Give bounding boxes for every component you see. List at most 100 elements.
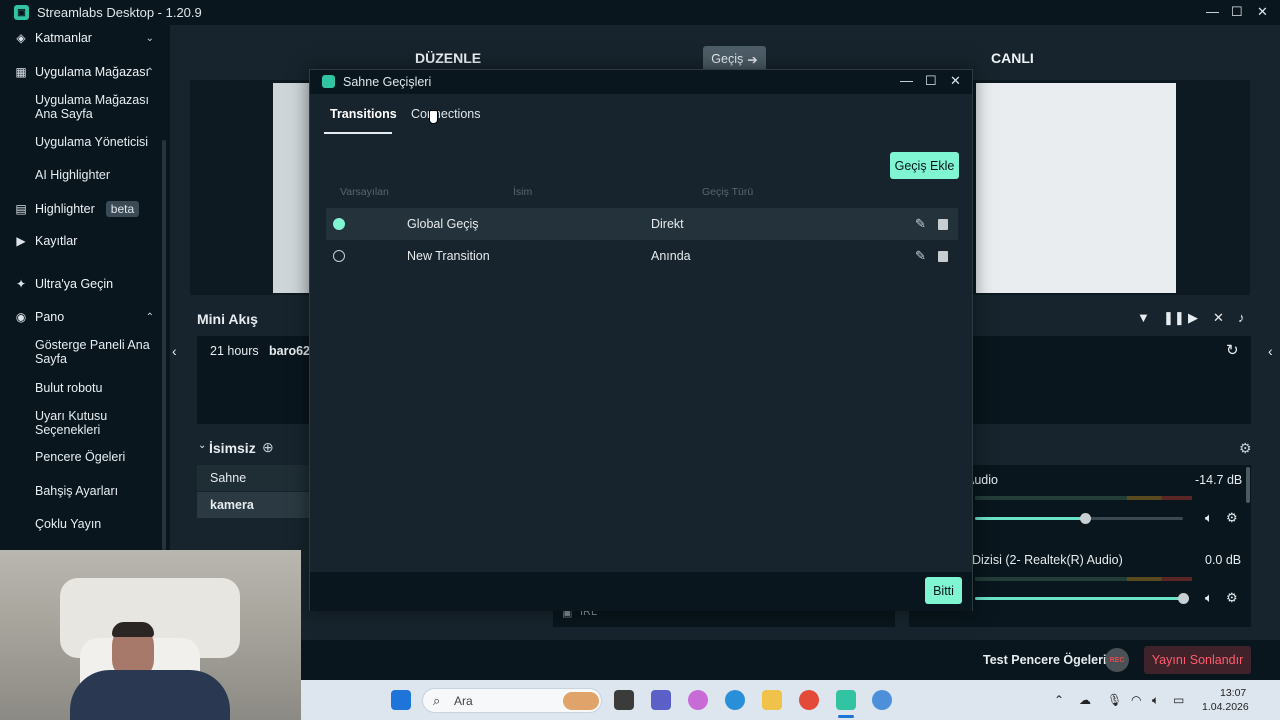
edit-icon[interactable]: ✎ — [915, 248, 926, 264]
clock-date[interactable]: 1.04.2026 — [1202, 701, 1249, 713]
battery-icon[interactable]: ▭ — [1173, 693, 1184, 707]
scene-name[interactable]: kamera — [210, 498, 254, 512]
mixer-settings-icon[interactable]: ⚙ — [1239, 440, 1252, 457]
sync-app-icon[interactable] — [872, 690, 892, 710]
sidebar-item-ai-highlighter[interactable]: AI Highlighter — [35, 168, 155, 182]
sidebar-item-multistream[interactable]: Çoklu Yayın — [35, 517, 155, 531]
transition-button-label: Geçiş — [711, 52, 744, 66]
sidebar-item-ultra[interactable]: ✦ Ultra'ya Geçin — [14, 277, 113, 291]
minimize-icon[interactable]: — — [1206, 4, 1219, 19]
sidebar-item-tip-settings[interactable]: Bahşiş Ayarları — [35, 484, 155, 498]
chevron-left-icon[interactable]: ‹ — [1268, 343, 1273, 359]
default-radio[interactable] — [333, 250, 345, 262]
sidebar-item-app-store[interactable]: ▦ Uygulama Mağazası — [14, 65, 149, 79]
sidebar-item-widgets[interactable]: Pencere Ögeleri — [35, 450, 155, 464]
speaker-icon[interactable]: 🔈︎ — [1152, 693, 1159, 708]
transition-row[interactable]: Global Geçiş Direkt ✎ — [326, 208, 958, 240]
edit-preview[interactable] — [190, 80, 310, 295]
sidebar-item-recordings[interactable]: ▶ Kayıtlar — [14, 234, 77, 248]
default-radio[interactable] — [333, 218, 345, 230]
modal-footer — [310, 572, 972, 611]
add-scene-icon[interactable]: ⊕ — [262, 439, 274, 456]
volume-slider-knob[interactable] — [1178, 593, 1189, 604]
edit-icon[interactable]: ✎ — [915, 216, 926, 232]
taskbar-search[interactable]: ⌕ Ara — [422, 688, 602, 713]
refresh-icon[interactable]: ↻ — [1226, 341, 1239, 359]
task-view-icon[interactable] — [614, 690, 634, 710]
source-list — [553, 611, 895, 627]
maximize-icon[interactable]: ☐ — [925, 73, 937, 89]
scene-collection-name[interactable]: İsimsiz — [209, 440, 256, 456]
sidebar-item-cloudbot[interactable]: Bulut robotu — [35, 381, 155, 395]
chevron-down-icon[interactable]: ⌄ — [146, 33, 154, 44]
end-stream-button[interactable]: Yayını Sonlandır — [1144, 646, 1251, 674]
sidebar-item-label: Ultra'ya Geçin — [35, 277, 114, 291]
speaker-icon[interactable]: 🔈︎ — [1205, 590, 1213, 606]
live-preview[interactable] — [973, 80, 1250, 295]
minimize-icon[interactable]: — — [900, 73, 913, 88]
sidebar-item-layers[interactable]: ◈ Katmanlar — [14, 31, 92, 45]
tab-connections[interactable]: Connections — [411, 107, 481, 121]
wifi-icon[interactable]: ◠ — [1131, 693, 1141, 707]
highlighter-icon: ▤ — [15, 202, 27, 216]
tab-transitions[interactable]: Transitions — [330, 107, 397, 121]
edge-icon[interactable] — [725, 690, 745, 710]
test-widgets-button[interactable]: Test Pencere Ögeleri — [983, 653, 1106, 667]
trash-icon[interactable] — [938, 218, 948, 230]
transition-type: Direkt — [651, 217, 684, 231]
window-title: Streamlabs Desktop - 1.20.9 — [37, 5, 202, 20]
gear-icon[interactable]: ⚙ — [1226, 590, 1238, 606]
mixer-channel-db: -14.7 dB — [1195, 473, 1243, 487]
cloud-icon[interactable]: ☁ — [1079, 693, 1091, 707]
beta-badge: beta — [105, 201, 140, 217]
mini-feed-title: Mini Akış — [197, 311, 258, 327]
volume-slider-fill — [975, 597, 1183, 600]
volume-slider-knob[interactable] — [1080, 513, 1091, 524]
volume-icon[interactable]: ♪ — [1238, 310, 1245, 325]
filter-icon[interactable]: ▼ — [1137, 310, 1150, 325]
add-transition-button[interactable]: Geçiş Ekle — [890, 152, 959, 179]
mixer-scrollbar[interactable] — [1246, 467, 1250, 503]
sidebar-item-dashboard-home[interactable]: Gösterge Paneli Ana Sayfa — [35, 338, 155, 366]
speaker-icon[interactable]: 🔈︎ — [1205, 510, 1213, 526]
chevron-up-icon[interactable]: ⌃ — [1054, 693, 1064, 707]
mute-alerts-icon[interactable]: ✕ — [1213, 310, 1224, 326]
clock-time[interactable]: 13:07 — [1220, 687, 1246, 699]
chevron-left-icon[interactable]: ‹ — [172, 343, 177, 359]
copilot-icon[interactable] — [688, 690, 708, 710]
sidebar-item-dashboard[interactable]: ◉ Pano — [14, 310, 64, 324]
sidebar-scrollbar[interactable] — [162, 140, 166, 550]
sidebar-item-label: Kayıtlar — [35, 234, 78, 248]
sidebar-item-label: Katmanlar — [35, 31, 92, 45]
column-header-type: Geçiş Türü — [702, 186, 754, 198]
chrome-icon[interactable] — [799, 690, 819, 710]
teams-icon[interactable] — [651, 690, 671, 710]
live-mode-label: CANLI — [991, 50, 1034, 66]
windows-start-icon[interactable] — [391, 690, 411, 710]
microphone-icon[interactable]: 🎙︎ — [1107, 693, 1122, 707]
transition-row[interactable]: New Transition Anında ✎ — [326, 240, 958, 272]
skip-icon[interactable]: ▶ — [1188, 310, 1198, 326]
gear-icon[interactable]: ⚙ — [1226, 510, 1238, 526]
sidebar-item-app-manager[interactable]: Uygulama Yöneticisi — [35, 135, 155, 149]
streamlabs-taskbar-icon[interactable] — [836, 690, 856, 710]
done-button[interactable]: Bitti — [925, 577, 962, 604]
mixer-channel-db: 0.0 dB — [1205, 553, 1242, 567]
column-header-name: İsim — [513, 186, 533, 198]
close-icon[interactable]: ✕ — [950, 73, 961, 89]
maximize-icon[interactable]: ☐ — [1231, 4, 1243, 20]
modal-title: Sahne Geçişleri — [343, 75, 432, 89]
mixer-channel-name: Dizisi (2- Realtek(R) Audio) — [972, 553, 1123, 567]
sidebar-item-highlighter[interactable]: ▤ Highlighter beta — [14, 201, 140, 217]
close-icon[interactable]: ✕ — [1257, 4, 1268, 20]
volume-slider-fill — [975, 517, 1085, 520]
trash-icon[interactable] — [938, 250, 948, 262]
rec-button[interactable]: REC — [1105, 648, 1129, 672]
chevron-down-icon[interactable]: ⌄ — [198, 440, 206, 451]
pause-icon[interactable]: ❚❚ — [1163, 310, 1185, 326]
chevron-up-icon[interactable]: ⌃ — [146, 312, 154, 323]
chevron-up-icon[interactable]: ⌃ — [146, 67, 154, 78]
sidebar-item-alertbox[interactable]: Uyarı Kutusu Seçenekleri — [35, 409, 155, 437]
sidebar-item-app-store-home[interactable]: Uygulama Mağazası Ana Sayfa — [35, 93, 155, 121]
file-explorer-icon[interactable] — [762, 690, 782, 710]
